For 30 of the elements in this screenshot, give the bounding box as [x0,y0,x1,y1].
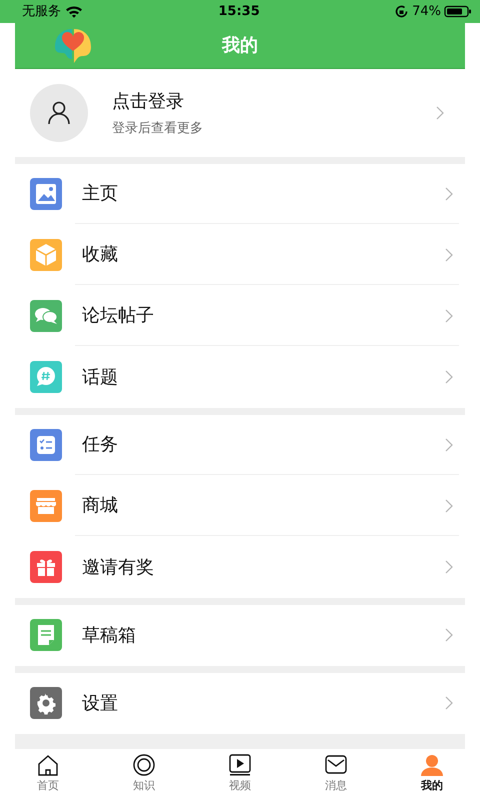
wifi-icon [65,4,83,18]
login-row[interactable]: 点击登录 登录后查看更多 [15,68,465,157]
circle-icon [133,754,155,778]
rotation-lock-icon [395,4,408,18]
clock-text: 15:35 [218,2,260,21]
login-subtitle: 登录后查看更多 [112,120,204,138]
chevron-right-icon [445,438,453,452]
battery-percent: 74% [412,2,442,21]
login-title: 点击登录 [112,90,185,114]
tab-item[interactable]: 我的 [384,748,480,800]
tab-item[interactable]: 视频 [192,748,288,800]
chevron-right-icon [445,498,453,513]
chevron-right-icon [436,106,444,120]
page-title: 我的 [222,34,258,58]
tab-item[interactable]: 知识 [96,748,192,800]
chevron-right-icon [445,696,453,710]
play-icon [229,754,251,778]
chevron-right-icon [445,308,453,323]
person-icon [48,100,70,125]
chevron-right-icon [445,628,453,642]
tab-item[interactable]: 首页 [0,748,96,800]
chevron-right-icon [445,186,453,201]
chevron-right-icon [445,560,453,574]
carrier-text: 无服务 [22,2,61,21]
battery-icon [444,4,472,18]
chevron-right-icon [445,370,453,384]
chevron-right-icon [445,248,453,262]
home-icon [37,754,59,778]
tab-item[interactable]: 消息 [288,748,384,800]
person-icon [421,754,443,778]
